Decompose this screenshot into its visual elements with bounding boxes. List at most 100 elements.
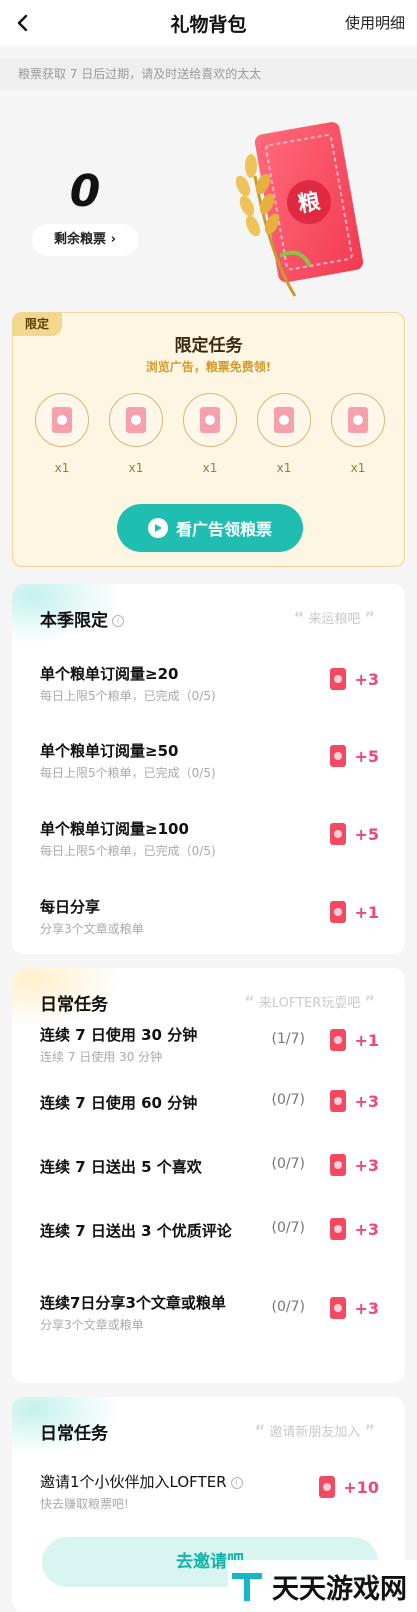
task-progress: (0/7) (271, 1299, 305, 1315)
task-desc: 连续 7 日使用 30 分钟 (40, 1050, 163, 1064)
info-icon[interactable]: i (230, 1476, 243, 1489)
task-desc: 每日上限5个粮单，已完成（0/5) (40, 689, 216, 703)
task-reward: +5 (309, 742, 379, 770)
task-row: 连续7日分享3个文章或粮单 分享3个文章或粮单 (0/7) +3 (12, 1288, 405, 1348)
task-row: 每日分享 分享3个文章或粮单 +1 (12, 892, 405, 952)
quote-open-icon: “ (293, 608, 305, 627)
ticket-balance-value: 0 (69, 166, 101, 217)
watermark-text: 天天游戏网 (272, 1573, 407, 1605)
task-reward: +3 (309, 1087, 379, 1115)
quote-close-icon: ” (364, 1421, 375, 1440)
remaining-tickets-button[interactable]: 剩余粮票 › (32, 224, 138, 256)
section-slogan: “ 来LOFTER玩耍吧 ” (244, 992, 375, 1011)
ticket-icon (35, 393, 89, 447)
task-desc: 快去赚取粮票吧! (40, 1497, 129, 1511)
task-desc: 每日上限5个粮单，已完成（0/5) (40, 844, 216, 858)
task-row: 邀请1个小伙伴加入LOFTER i 快去赚取粮票吧! +10 (12, 1467, 405, 1527)
task-title: 单个粮单订阅量≥20 (40, 665, 179, 683)
task-title: 每日分享 (40, 898, 101, 916)
watch-ad-button[interactable]: 看广告领粮票 (117, 504, 303, 552)
quote-close-icon: ” (364, 608, 375, 627)
task-reward: +3 (309, 1294, 379, 1322)
invite-task-title: 邀请1个小伙伴加入LOFTER (40, 1473, 227, 1491)
ad-ticket-slot: x1 (109, 393, 163, 478)
ad-ticket-slot: x1 (331, 393, 385, 478)
task-reward: +3 (309, 665, 379, 693)
task-title: 连续 7 日使用 30 分钟 (40, 1026, 198, 1044)
section-title: 本季限定 i (40, 606, 124, 631)
reward-amount: +5 (354, 824, 379, 844)
hero-ticket-char: 粮 (296, 188, 322, 217)
task-row: 连续 7 日使用 60 分钟 (0/7) +3 (12, 1074, 405, 1134)
task-row: 连续 7 日送出 5 个喜欢 (0/7) +3 (12, 1138, 405, 1198)
play-icon (147, 518, 168, 538)
task-progress: (1/7) (271, 1031, 305, 1047)
reward-amount: +3 (354, 1219, 379, 1239)
reward-amount: +5 (354, 746, 379, 766)
reward-amount: +1 (354, 902, 379, 922)
task-title: 连续 7 日使用 60 分钟 (40, 1094, 198, 1112)
quote-close-icon: ” (364, 992, 375, 1011)
ticket-icon (109, 393, 163, 447)
task-desc: 每日上限5个粮单，已完成（0/5) (40, 766, 216, 780)
task-row: 连续 7 日使用 30 分钟 连续 7 日使用 30 分钟 (1/7) +1 (12, 1020, 405, 1080)
ticket-icon (330, 1090, 347, 1112)
ticket-icon (183, 393, 237, 447)
limited-title: 限定任务 (174, 336, 243, 356)
task-row: 单个粮单订阅量≥100 每日上限5个粮单，已完成（0/5) +5 (12, 814, 405, 874)
grain-ticket-illustration: 粮 (235, 122, 364, 297)
task-title: 邀请1个小伙伴加入LOFTER i (40, 1471, 243, 1492)
ad-ticket-slot: x1 (35, 393, 89, 478)
reward-amount: +10 (343, 1477, 379, 1497)
ticket-icon (330, 823, 347, 845)
section-slogan: “ 来运粮吧 ” (294, 608, 375, 627)
quote-open-icon: “ (254, 1421, 266, 1440)
slogan-text: 邀请新朋友加入 (269, 1425, 361, 1440)
limited-task-card: 限定 限定任务 浏览广告，粮票免费领! x1 x1 x1 x1 x1 看广告领粮… (12, 312, 405, 567)
task-row: 连续 7 日送出 3 个优质评论 (0/7) +3 (12, 1202, 405, 1262)
ticket-icon (331, 393, 385, 447)
header-bar: 礼物背包 使用明细 (0, 0, 417, 46)
task-row: 单个粮单订阅量≥20 每日上限5个粮单，已完成（0/5) +3 (12, 659, 405, 719)
ticket-icon (330, 901, 347, 923)
section-title-text: 本季限定 (40, 611, 108, 631)
task-desc: 分享3个文章或粮单 (40, 922, 144, 936)
reward-amount: +3 (354, 669, 379, 689)
info-icon[interactable]: i (112, 615, 124, 627)
reward-amount: +3 (354, 1298, 379, 1318)
task-progress: (0/7) (271, 1220, 305, 1236)
slogan-text: 来运粮吧 (308, 612, 361, 627)
task-title: 连续 7 日送出 5 个喜欢 (40, 1158, 202, 1176)
task-title: 连续 7 日送出 3 个优质评论 (40, 1222, 232, 1240)
ticket-icon (330, 1218, 347, 1240)
watermark: 天天游戏网 (228, 1560, 417, 1612)
section-slogan: “ 邀请新朋友加入 ” (255, 1421, 375, 1440)
quote-open-icon: “ (244, 992, 255, 1011)
task-reward: +3 (309, 1151, 379, 1179)
task-reward: +1 (309, 898, 379, 926)
task-title: 单个粮单订阅量≥100 (40, 820, 189, 838)
season-limited-section: 本季限定 i “ 来运粮吧 ” 单个粮单订阅量≥20 每日上限5个粮单，已完成（0… (12, 584, 405, 954)
expiry-notice: 粮票获取 7 日后过期，请及时送给喜欢的太太 (0, 58, 417, 90)
task-reward: +10 (309, 1473, 379, 1501)
ticket-icon (330, 1154, 347, 1176)
ticket-count: x1 (276, 461, 292, 475)
ad-ticket-row: x1 x1 x1 x1 x1 (35, 393, 385, 478)
task-reward: +5 (309, 820, 379, 848)
ticket-icon (330, 1029, 347, 1051)
ticket-count: x1 (128, 461, 144, 475)
section-title: 日常任务 (40, 995, 108, 1015)
reward-amount: +3 (354, 1091, 379, 1111)
slogan-text: 来LOFTER玩耍吧 (258, 996, 361, 1011)
task-reward: +3 (309, 1215, 379, 1243)
reward-amount: +1 (354, 1030, 379, 1050)
watch-ad-label: 看广告领粮票 (175, 520, 272, 539)
ticket-icon (330, 745, 347, 767)
balance-hero: 0 剩余粮票 › 粮 (0, 96, 417, 306)
usage-detail-link[interactable]: 使用明细 (345, 12, 405, 33)
ticket-count: x1 (54, 461, 70, 475)
section-title: 日常任务 (40, 1424, 108, 1444)
daily-task-section: 日常任务 “ 来LOFTER玩耍吧 ” 连续 7 日使用 30 分钟 连续 7 … (12, 968, 405, 1383)
limited-subtitle: 浏览广告，粮票免费领! (145, 360, 272, 374)
task-title: 单个粮单订阅量≥50 (40, 742, 179, 760)
